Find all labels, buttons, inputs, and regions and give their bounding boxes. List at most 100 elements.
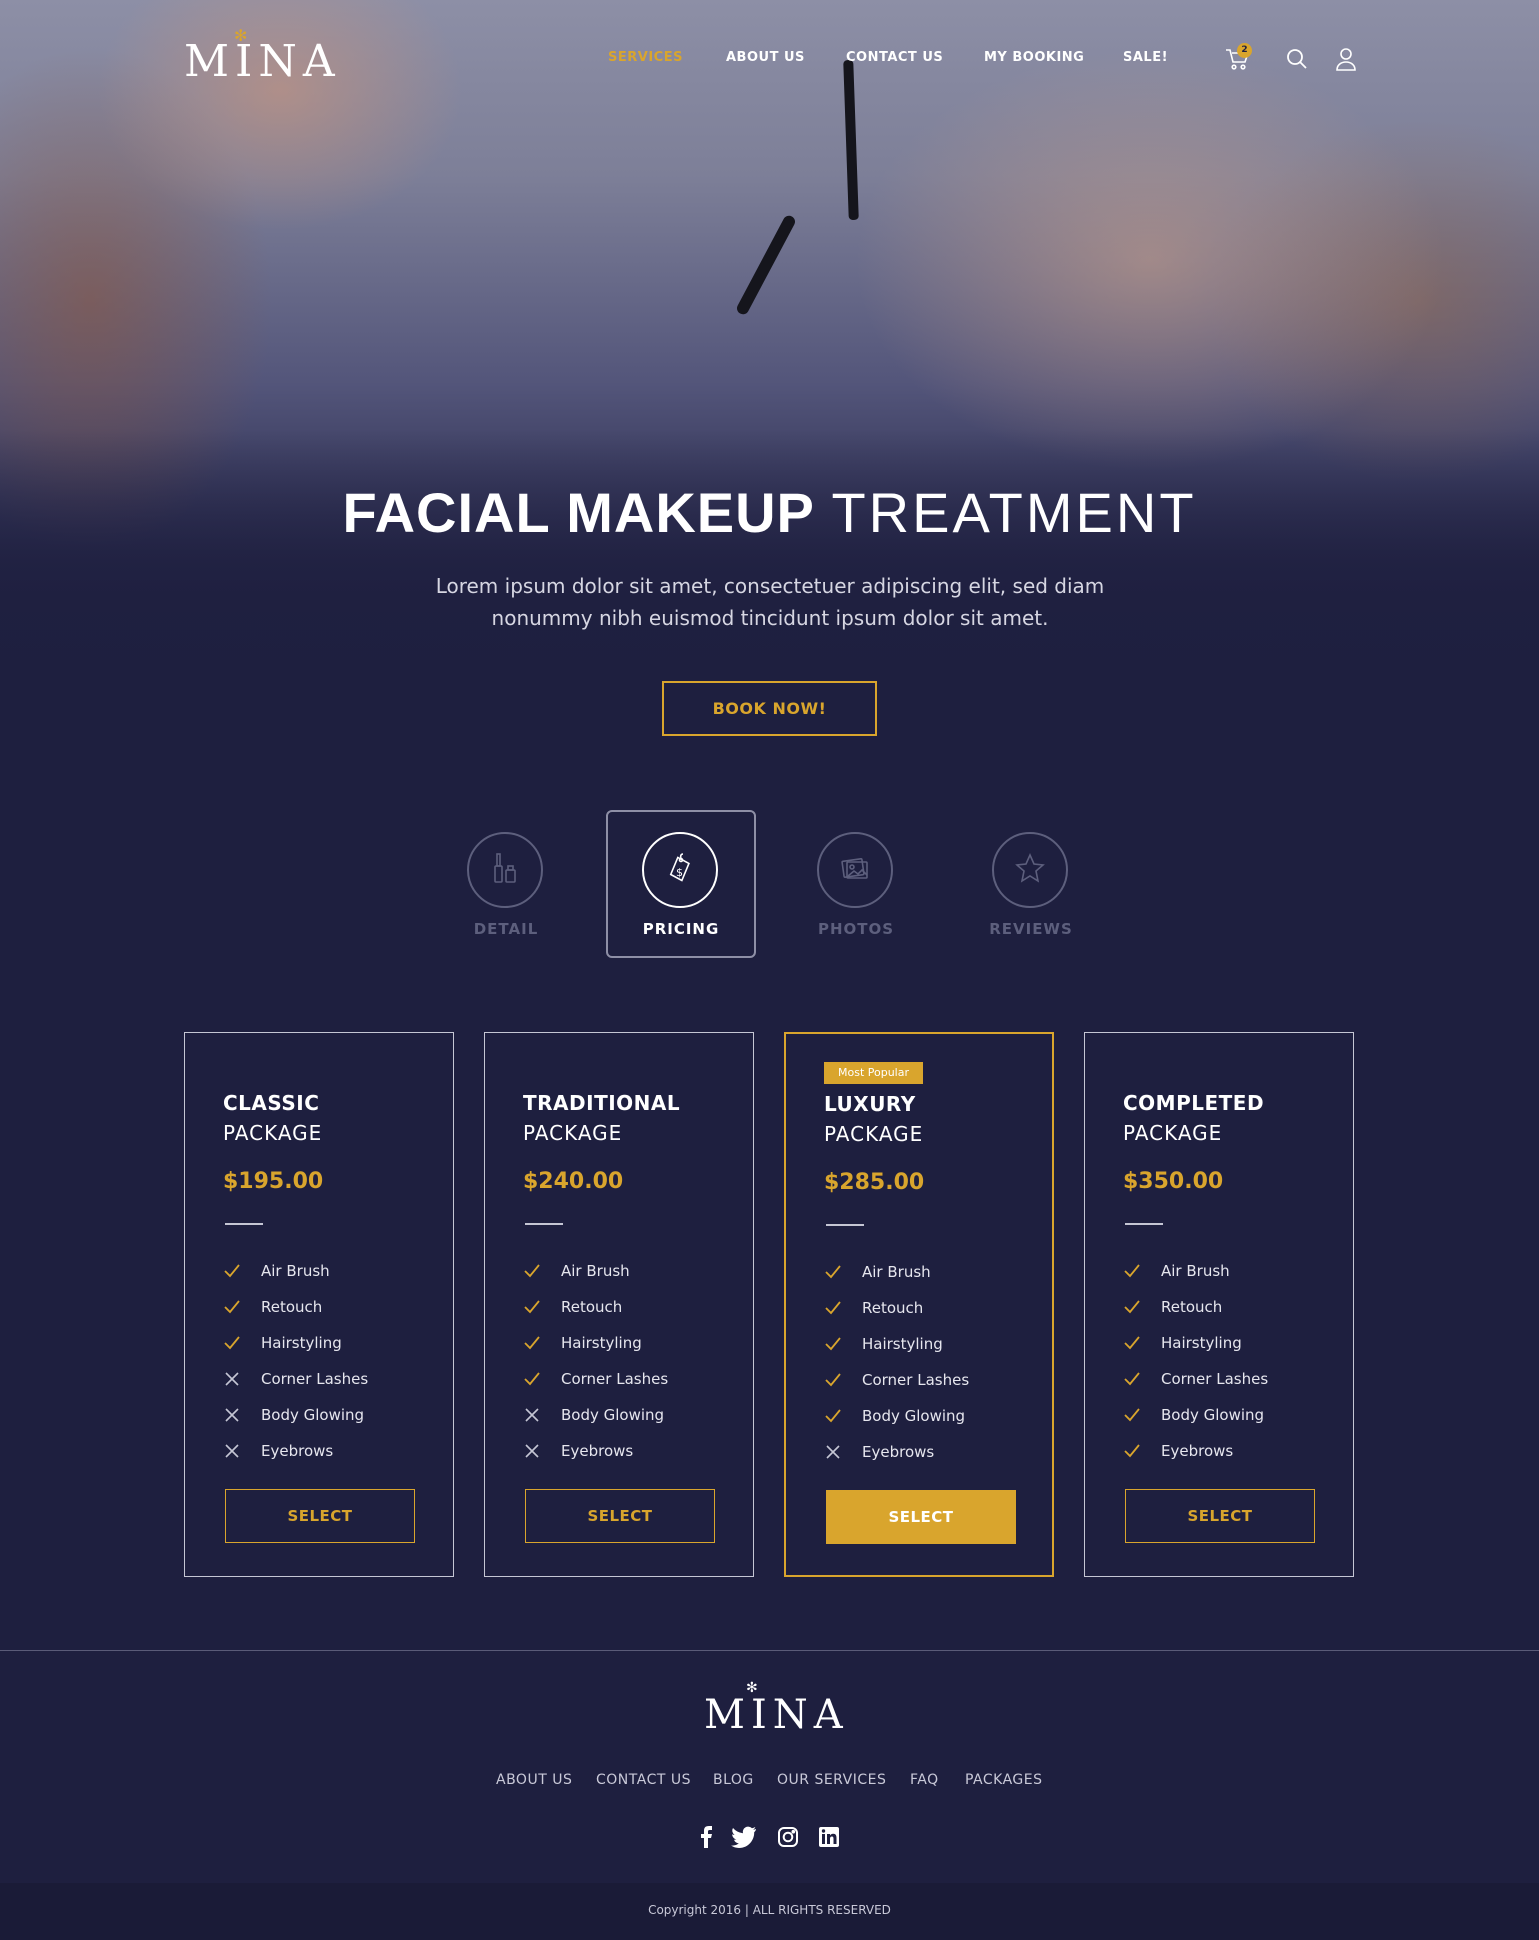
hero-description: Lorem ipsum dolor sit amet, consectetuer… xyxy=(400,570,1140,634)
price-divider xyxy=(225,1223,263,1225)
nav-about-us[interactable]: ABOUT US xyxy=(726,50,805,65)
select-button[interactable]: SELECT xyxy=(225,1489,415,1543)
svg-text:$: $ xyxy=(676,866,683,879)
check-icon xyxy=(824,1371,842,1389)
price-tag-icon: $ xyxy=(662,850,698,890)
footer-link-faq[interactable]: FAQ xyxy=(910,1772,939,1788)
feature-item: Retouch xyxy=(223,1289,433,1325)
twitter-icon[interactable] xyxy=(731,1824,757,1850)
check-icon xyxy=(824,1299,842,1317)
feature-item: Eyebrows xyxy=(824,1434,1034,1470)
feature-list: Air Brush Retouch Hairstyling Corner Las… xyxy=(1123,1253,1333,1469)
select-button[interactable]: SELECT xyxy=(525,1489,715,1543)
check-icon xyxy=(824,1263,842,1281)
footer-logo[interactable]: ✻ MINA xyxy=(704,1680,844,1746)
feature-label: Hairstyling xyxy=(862,1335,943,1353)
feature-label: Retouch xyxy=(1161,1298,1223,1316)
search-icon[interactable] xyxy=(1284,46,1310,72)
footer-link-about-us[interactable]: ABOUT US xyxy=(496,1772,572,1788)
feature-item: Air Brush xyxy=(1123,1253,1333,1289)
package-subtitle: PACKAGE xyxy=(523,1121,623,1145)
cross-icon xyxy=(223,1406,241,1424)
feature-label: Air Brush xyxy=(261,1262,330,1280)
check-icon xyxy=(523,1298,541,1316)
package-name: COMPLETED xyxy=(1123,1091,1265,1115)
feature-label: Hairstyling xyxy=(561,1334,642,1352)
feature-item: Body Glowing xyxy=(1123,1397,1333,1433)
package-subtitle: PACKAGE xyxy=(824,1122,924,1146)
tab-photos[interactable]: PHOTOS xyxy=(781,810,931,958)
feature-label: Hairstyling xyxy=(1161,1334,1242,1352)
copyright-text: Copyright 2016 | ALL RIGHTS RESERVED xyxy=(648,1903,891,1917)
footer-link-packages[interactable]: PACKAGES xyxy=(965,1772,1043,1788)
facebook-icon[interactable] xyxy=(693,1824,719,1850)
feature-label: Eyebrows xyxy=(862,1443,935,1461)
nav-my-booking[interactable]: MY BOOKING xyxy=(984,50,1084,65)
price-divider xyxy=(525,1223,563,1225)
tab-detail-label: DETAIL xyxy=(473,920,539,938)
feature-label: Air Brush xyxy=(862,1263,931,1281)
nav-contact-us[interactable]: CONTACT US xyxy=(846,50,943,65)
feature-item: Body Glowing xyxy=(223,1397,433,1433)
hero-description-line2: nonummy nibh euismod tincidunt ipsum dol… xyxy=(491,606,1049,630)
nav-sale[interactable]: SALE! xyxy=(1123,50,1168,65)
feature-item: Corner Lashes xyxy=(223,1361,433,1397)
feature-label: Corner Lashes xyxy=(1161,1370,1269,1388)
select-button[interactable]: SELECT xyxy=(826,1490,1016,1544)
feature-item: Retouch xyxy=(1123,1289,1333,1325)
tab-detail[interactable]: DETAIL xyxy=(431,810,581,958)
package-price: $195.00 xyxy=(223,1169,324,1194)
check-icon xyxy=(824,1335,842,1353)
star-icon xyxy=(1012,850,1048,890)
feature-label: Body Glowing xyxy=(862,1407,966,1425)
feature-item: Hairstyling xyxy=(223,1325,433,1361)
feature-item: Retouch xyxy=(523,1289,733,1325)
feature-label: Body Glowing xyxy=(261,1406,365,1424)
tab-icon-circle xyxy=(992,832,1068,908)
tab-icon-circle: $ xyxy=(642,832,718,908)
cross-icon xyxy=(523,1442,541,1460)
feature-item: Air Brush xyxy=(824,1254,1034,1290)
photos-icon xyxy=(837,850,873,890)
footer-link-contact-us[interactable]: CONTACT US xyxy=(596,1772,691,1788)
feature-label: Body Glowing xyxy=(1161,1406,1265,1424)
user-icon[interactable] xyxy=(1333,46,1359,72)
check-icon xyxy=(223,1262,241,1280)
package-name: CLASSIC xyxy=(223,1091,320,1115)
tab-reviews[interactable]: REVIEWS xyxy=(956,810,1106,958)
check-icon xyxy=(523,1334,541,1352)
tab-icon-circle xyxy=(467,832,543,908)
footer-link-blog[interactable]: BLOG xyxy=(713,1772,754,1788)
feature-label: Body Glowing xyxy=(561,1406,665,1424)
feature-item: Eyebrows xyxy=(223,1433,433,1469)
pricing-card-luxury: Most Popular LUXURY PACKAGE $285.00 Air Bru… xyxy=(784,1032,1054,1577)
brand-name: MINA xyxy=(184,36,341,87)
check-icon xyxy=(1123,1262,1141,1280)
feature-item: Hairstyling xyxy=(523,1325,733,1361)
footer-link-our-services[interactable]: OUR SERVICES xyxy=(777,1772,886,1788)
feature-item: Corner Lashes xyxy=(1123,1361,1333,1397)
instagram-icon[interactable] xyxy=(775,1824,801,1850)
select-button[interactable]: SELECT xyxy=(1125,1489,1315,1543)
linkedin-icon[interactable] xyxy=(816,1824,842,1850)
check-icon xyxy=(523,1370,541,1388)
tab-pricing-label: PRICING xyxy=(642,920,720,938)
brand-logo[interactable]: ✻ MINA xyxy=(184,26,335,90)
feature-label: Corner Lashes xyxy=(561,1370,669,1388)
check-icon xyxy=(223,1334,241,1352)
check-icon xyxy=(223,1298,241,1316)
feature-item: Corner Lashes xyxy=(523,1361,733,1397)
tab-pricing[interactable]: $ PRICING xyxy=(606,810,756,958)
most-popular-badge: Most Popular xyxy=(824,1062,924,1084)
nav-services[interactable]: SERVICES xyxy=(608,50,683,65)
check-icon xyxy=(1123,1334,1141,1352)
feature-list: Air Brush Retouch Hairstyling Corner Las… xyxy=(223,1253,433,1469)
hero-description-line1: Lorem ipsum dolor sit amet, consectetuer… xyxy=(435,574,1105,598)
feature-label: Air Brush xyxy=(1161,1262,1230,1280)
hero-title-bold: FACIAL MAKEUP xyxy=(342,481,815,544)
book-now-button[interactable]: BOOK NOW! xyxy=(662,681,877,736)
feature-label: Corner Lashes xyxy=(261,1370,369,1388)
footer-divider xyxy=(0,1650,1539,1651)
cross-icon xyxy=(824,1443,842,1461)
feature-item: Hairstyling xyxy=(824,1326,1034,1362)
